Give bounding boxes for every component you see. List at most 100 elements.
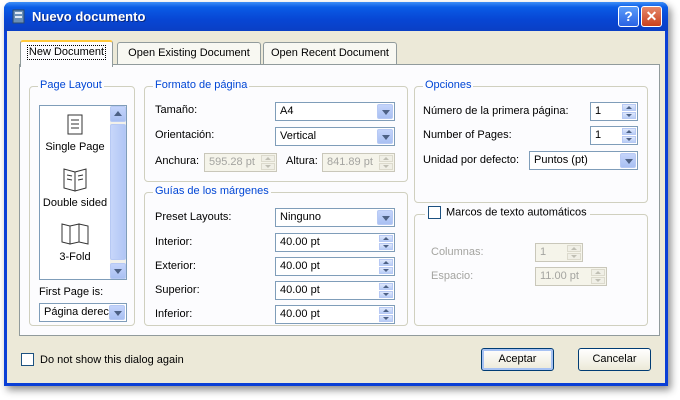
size-label: Tamaño: — [155, 104, 198, 116]
layout-item-double-sided[interactable]: Double sided — [40, 168, 110, 209]
height-label: Altura: — [286, 155, 318, 167]
number-of-pages-label: Number of Pages: — [423, 129, 512, 141]
double-sided-icon — [63, 168, 87, 192]
inferior-value: 40.00 pt — [280, 308, 320, 320]
scroll-thumb[interactable] — [110, 124, 126, 260]
superior-label: Superior: — [155, 284, 200, 296]
spacing-field: 11.00 pt — [535, 267, 607, 286]
window-title: Nuevo documento — [32, 9, 146, 24]
number-of-pages-value: 1 — [595, 129, 602, 141]
chevron-down-icon — [620, 153, 636, 168]
first-page-number-field[interactable]: 1 — [590, 102, 638, 121]
inferior-field[interactable]: 40.00 pt — [275, 305, 395, 324]
exterior-stepper[interactable] — [379, 259, 393, 274]
app-icon — [12, 9, 25, 24]
spacing-label: Espacio: — [431, 270, 474, 282]
default-unit-select[interactable]: Puntos (pt) — [529, 151, 638, 170]
width-label: Anchura: — [155, 155, 200, 167]
height-value: 841.89 pt — [327, 156, 373, 168]
layout-item-label: Single Page — [45, 141, 105, 153]
exterior-value: 40.00 pt — [280, 260, 320, 272]
page-format-legend: Formato de página — [153, 79, 250, 91]
default-unit-label: Unidad por defecto: — [423, 154, 520, 166]
page-layout-legend: Page Layout — [38, 79, 104, 91]
auto-text-frames-legend: Marcos de texto automáticos — [425, 206, 590, 219]
columns-field: 1 — [535, 243, 583, 262]
orientation-label: Orientación: — [155, 129, 215, 141]
layout-item-label: 3-Fold — [59, 251, 91, 263]
chevron-down-icon — [109, 305, 125, 320]
dont-show-again-label: Do not show this dialog again — [40, 354, 184, 366]
cancel-button[interactable]: Cancelar — [578, 348, 651, 371]
options-legend: Opciones — [423, 79, 474, 91]
inferior-stepper[interactable] — [379, 307, 393, 322]
page-format-group: Formato de página Tamaño: A4 Orientación… — [144, 79, 408, 182]
number-of-pages-field[interactable]: 1 — [590, 126, 638, 145]
scroll-down-button[interactable] — [110, 263, 126, 279]
close-button[interactable]: ✕ — [641, 6, 662, 27]
auto-text-frames-group: Marcos de texto automáticos Columnas: 1 … — [414, 206, 648, 326]
default-unit-value: Puntos (pt) — [534, 154, 588, 166]
chevron-down-icon — [377, 129, 393, 144]
exterior-field[interactable]: 40.00 pt — [275, 257, 395, 276]
preset-layouts-value: Ninguno — [280, 211, 321, 223]
page-layout-group: Page Layout Single Page Double sided 3-F… — [29, 79, 135, 326]
spacing-value: 11.00 pt — [540, 270, 579, 282]
single-page-icon — [67, 114, 83, 135]
size-select[interactable]: A4 — [275, 102, 395, 121]
orientation-value: Vertical — [280, 130, 317, 142]
tab-new-document[interactable]: New Document — [20, 40, 113, 67]
margin-guides-group: Guías de los márgenes Preset Layouts: Ni… — [144, 185, 408, 326]
help-button[interactable]: ? — [618, 6, 639, 27]
superior-value: 40.00 pt — [280, 284, 320, 296]
first-page-number-label: Número de la primera página: — [423, 105, 569, 117]
options-group: Opciones Número de la primera página: 1 … — [414, 79, 648, 203]
layout-item-three-fold[interactable]: 3-Fold — [40, 222, 110, 263]
tab-label: New Document — [26, 45, 107, 60]
width-value: 595.28 pt — [209, 156, 255, 168]
tab-open-recent-document[interactable]: Open Recent Document — [263, 42, 397, 65]
first-page-label: First Page is: — [39, 286, 104, 298]
page-layout-list[interactable]: Single Page Double sided 3-Fold — [39, 105, 127, 280]
preset-layouts-select[interactable]: Ninguno — [275, 208, 395, 227]
dont-show-again-checkbox[interactable] — [21, 353, 34, 366]
interior-field[interactable]: 40.00 pt — [275, 233, 395, 252]
tab-panel-new-document: Page Layout Single Page Double sided 3-F… — [19, 64, 660, 336]
first-page-value: Página derec — [44, 306, 109, 318]
margin-guides-legend: Guías de los márgenes — [153, 185, 271, 197]
layout-item-single-page[interactable]: Single Page — [40, 114, 110, 153]
auto-text-frames-label: Marcos de texto automáticos — [446, 206, 587, 219]
close-icon: ✕ — [645, 8, 658, 24]
chevron-down-icon — [377, 104, 393, 119]
inferior-label: Inferior: — [155, 308, 193, 320]
new-document-dialog: Nuevo documento ? ✕ New Document Open Ex… — [4, 2, 668, 386]
chevron-down-icon — [377, 210, 393, 225]
height-field: 841.89 pt — [322, 153, 395, 172]
width-field: 595.28 pt — [204, 153, 277, 172]
three-fold-icon — [61, 223, 89, 245]
tab-label: Open Existing Document — [128, 47, 250, 59]
first-page-select[interactable]: Página derec — [39, 303, 127, 322]
first-page-number-value: 1 — [595, 105, 602, 117]
interior-label: Interior: — [155, 236, 193, 248]
preset-layouts-label: Preset Layouts: — [155, 211, 232, 223]
interior-stepper[interactable] — [379, 235, 393, 250]
columns-label: Columnas: — [431, 246, 484, 258]
orientation-select[interactable]: Vertical — [275, 127, 395, 146]
tab-open-existing-document[interactable]: Open Existing Document — [117, 42, 261, 65]
superior-field[interactable]: 40.00 pt — [275, 281, 395, 300]
columns-value: 1 — [540, 246, 547, 258]
tab-label: Open Recent Document — [270, 47, 389, 59]
accept-button[interactable]: Aceptar — [481, 348, 554, 371]
auto-text-frames-checkbox[interactable] — [428, 206, 441, 219]
first-page-number-stepper[interactable] — [622, 104, 636, 119]
scroll-up-button[interactable] — [110, 106, 126, 122]
interior-value: 40.00 pt — [280, 236, 320, 248]
superior-stepper[interactable] — [379, 283, 393, 298]
size-value: A4 — [280, 105, 294, 117]
exterior-label: Exterior: — [155, 260, 196, 272]
number-of-pages-stepper[interactable] — [622, 128, 636, 143]
title-bar[interactable]: Nuevo documento ? ✕ — [4, 2, 668, 31]
page-layout-scrollbar[interactable] — [110, 106, 126, 279]
layout-item-label: Double sided — [40, 197, 110, 209]
